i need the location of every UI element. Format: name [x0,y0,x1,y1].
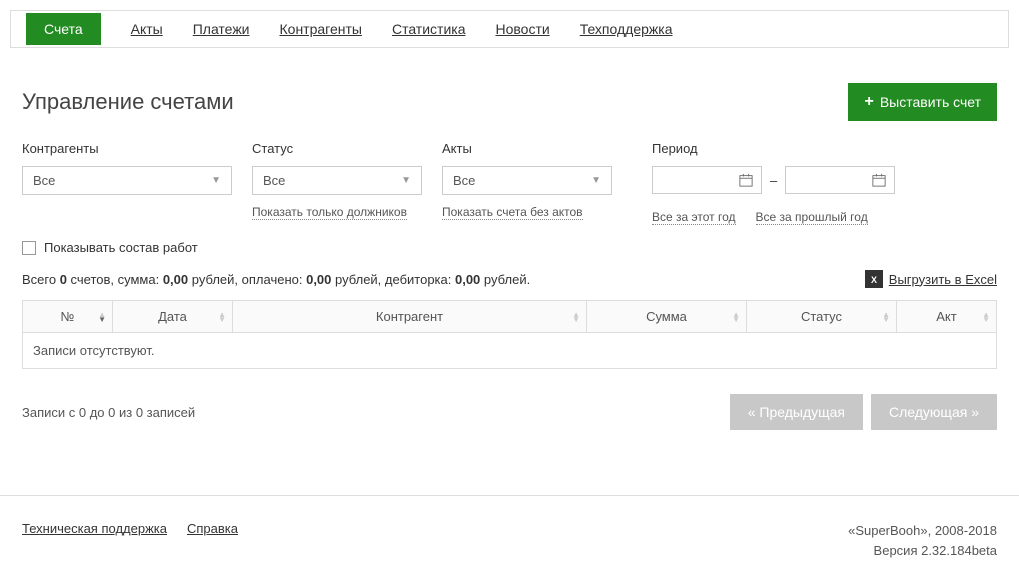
show-works-label: Показывать состав работ [44,240,198,255]
col-act[interactable]: Акт▲▼ [897,301,997,333]
filter-contragents-label: Контрагенты [22,141,232,156]
chevron-down-icon: ▼ [401,175,411,186]
nav-tab-invoices[interactable]: Счета [26,13,101,45]
create-invoice-button[interactable]: + Выставить счет [848,83,997,121]
period-this-year-link[interactable]: Все за этот год [652,210,736,225]
chevron-down-icon: ▼ [211,175,221,186]
chevron-down-icon: ▼ [591,175,601,186]
invoices-table: №▲▼ Дата▲▼ Контрагент▲▼ Сумма▲▼ Статус▲▼… [22,300,997,369]
nav-tab-contragents[interactable]: Контрагенты [280,21,362,37]
filter-contragents-value: Все [33,173,55,188]
page-title: Управление счетами [22,89,234,115]
create-invoice-label: Выставить счет [880,94,981,110]
empty-message: Записи отсутствуют. [23,333,997,369]
period-last-year-link[interactable]: Все за прошлый год [756,210,868,225]
filter-acts-select[interactable]: Все ▼ [442,166,612,195]
export-excel-label: Выгрузить в Excel [889,272,997,287]
footer: Техническая поддержка Справка «SuperBooh… [0,495,1019,585]
calendar-icon [872,173,886,187]
filter-status-value: Все [263,173,285,188]
show-no-acts-link[interactable]: Показать счета без актов [442,205,583,220]
footer-version: Версия 2.32.184beta [848,541,997,561]
footer-brand: «SuperBooh», 2008-2018 [848,521,997,541]
svg-text:X: X [871,275,877,285]
filter-acts-label: Акты [442,141,612,156]
prev-page-button[interactable]: « Предыдущая [730,394,863,430]
filter-status-select[interactable]: Все ▼ [252,166,422,195]
nav-tab-support[interactable]: Техподдержка [580,21,673,37]
excel-icon: X [865,270,883,288]
table-row-empty: Записи отсутствуют. [23,333,997,369]
show-debtors-link[interactable]: Показать только должников [252,205,407,220]
filter-acts-value: Все [453,173,475,188]
col-contragent[interactable]: Контрагент▲▼ [233,301,587,333]
plus-icon: + [864,93,873,111]
export-excel-link[interactable]: X Выгрузить в Excel [865,270,997,288]
period-dash: – [770,173,777,188]
pagination-info: Записи с 0 до 0 из 0 записей [22,405,195,420]
nav-tab-acts[interactable]: Акты [131,21,163,37]
col-number[interactable]: №▲▼ [23,301,113,333]
nav-tab-stats[interactable]: Статистика [392,21,466,37]
show-works-checkbox[interactable] [22,241,36,255]
col-sum[interactable]: Сумма▲▼ [587,301,747,333]
nav-tab-news[interactable]: Новости [495,21,549,37]
summary-text: Всего 0 счетов, сумма: 0,00 рублей, опла… [22,272,530,287]
col-status[interactable]: Статус▲▼ [747,301,897,333]
filter-period-label: Период [652,141,895,156]
footer-help-link[interactable]: Справка [187,521,238,536]
calendar-icon [739,173,753,187]
next-page-button[interactable]: Следующая » [871,394,997,430]
main-nav: Счета Акты Платежи Контрагенты Статистик… [10,10,1009,48]
period-from-input[interactable] [652,166,762,194]
footer-support-link[interactable]: Техническая поддержка [22,521,167,536]
period-to-input[interactable] [785,166,895,194]
filter-status-label: Статус [252,141,422,156]
nav-tab-payments[interactable]: Платежи [193,21,250,37]
filter-contragents-select[interactable]: Все ▼ [22,166,232,195]
col-date[interactable]: Дата▲▼ [113,301,233,333]
